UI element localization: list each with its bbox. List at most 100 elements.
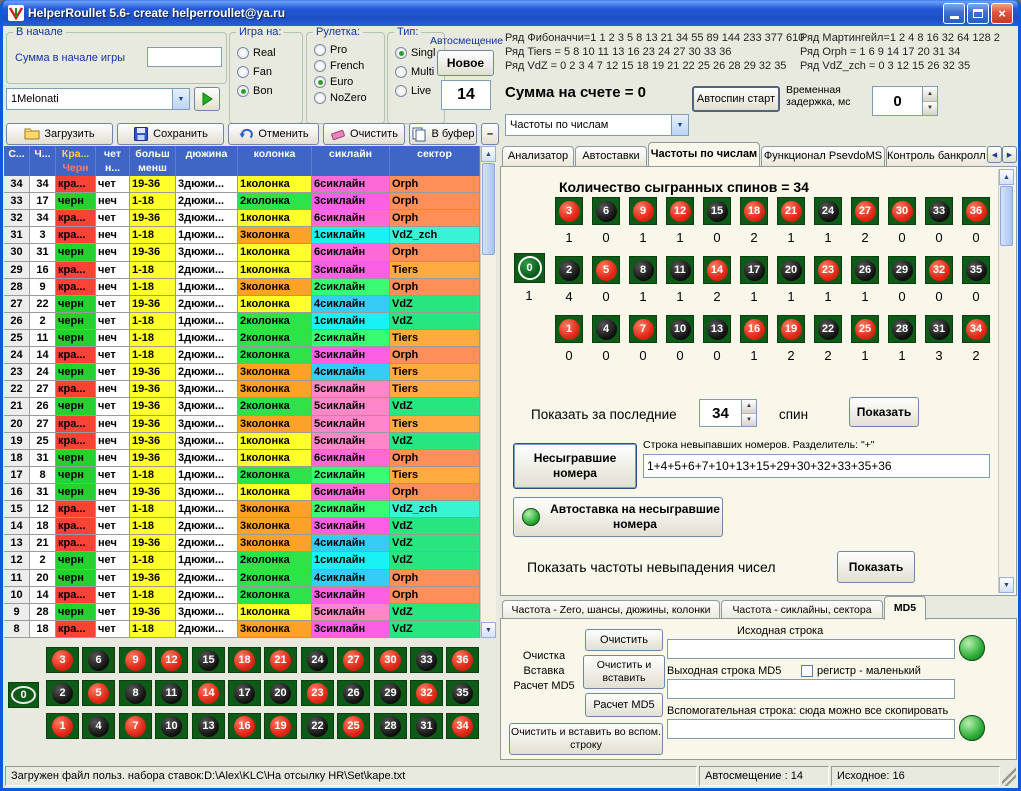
number-tile-12[interactable]: 12 — [155, 647, 188, 673]
radio-option-Fan[interactable]: Fan — [237, 66, 276, 78]
number-tile-35[interactable]: 35 — [962, 256, 990, 284]
md5-aux-input[interactable] — [667, 719, 955, 739]
md5-aux-sphere[interactable] — [959, 715, 985, 741]
table-row[interactable]: 818кра...чет1-182дюжи...3колонка3сиклайн… — [4, 621, 480, 638]
tab-scroll-left[interactable]: ◀ — [987, 146, 1002, 163]
number-tile-17[interactable]: 17 — [740, 256, 768, 284]
table-row[interactable]: 1631черннеч19-363дюжи...1колонка6сиклайн… — [4, 484, 480, 501]
tab-Частота - сиклайны, сектора[interactable]: Частота - сиклайны, сектора — [721, 600, 883, 620]
number-tile-35[interactable]: 35 — [446, 680, 479, 706]
start-sum-input[interactable] — [147, 47, 222, 67]
number-tile-5[interactable]: 5 — [592, 256, 620, 284]
chevron-down-icon[interactable]: ▼ — [671, 115, 688, 135]
scroll-thumb[interactable] — [1000, 186, 1013, 246]
number-tile-4[interactable]: 4 — [592, 315, 620, 343]
scroll-down-icon[interactable]: ▼ — [999, 577, 1014, 593]
number-tile-31[interactable]: 31 — [410, 713, 443, 739]
tab-scroll-right[interactable]: ▶ — [1002, 146, 1017, 163]
table-row[interactable]: 122чернчет1-181дюжи...2колонка1сиклайнVd… — [4, 552, 480, 569]
table-row[interactable]: 2414кра...чет1-182дюжи...2колонка3сиклай… — [4, 347, 480, 364]
number-tile-3[interactable]: 3 — [555, 197, 583, 225]
show-frequencies-button[interactable]: Показать — [849, 397, 919, 427]
number-tile-2[interactable]: 2 — [46, 680, 79, 706]
number-tile-5[interactable]: 5 — [82, 680, 115, 706]
spin-down-icon[interactable]: ▼ — [742, 414, 756, 427]
table-row[interactable]: 2722чернчет19-362дюжи...1колонка4сиклайн… — [4, 296, 480, 313]
radio-option-Singl[interactable]: Singl — [395, 47, 435, 59]
chevron-down-icon[interactable]: ▼ — [172, 89, 189, 109]
table-row[interactable]: 1925кра...неч19-363дюжи...1колонка5сикла… — [4, 433, 480, 450]
number-tile-25[interactable]: 25 — [851, 315, 879, 343]
table-row[interactable]: 3234кра...чет19-363дюжи...1колонка6сикла… — [4, 210, 480, 227]
number-tile-26[interactable]: 26 — [851, 256, 879, 284]
radio-option-Real[interactable]: Real — [237, 47, 276, 59]
number-tile-27[interactable]: 27 — [851, 197, 879, 225]
number-tile-8[interactable]: 8 — [629, 256, 657, 284]
number-tile-21[interactable]: 21 — [777, 197, 805, 225]
table-row[interactable]: 1418кра...чет1-182дюжи...3колонка3сиклай… — [4, 518, 480, 535]
number-tile-36[interactable]: 36 — [962, 197, 990, 225]
resize-grip[interactable] — [1002, 766, 1016, 786]
number-tile-36[interactable]: 36 — [446, 647, 479, 673]
number-tile-18[interactable]: 18 — [740, 197, 768, 225]
radio-option-NoZero[interactable]: NoZero — [314, 92, 367, 104]
tab-Частоты по числам[interactable]: Частоты по числам — [648, 142, 760, 166]
tab-Частота - Zero, шансы, дюжины, колонки[interactable]: Частота - Zero, шансы, дюжины, колонки — [502, 600, 720, 620]
tab-Функционал PsevdoMS[interactable]: Функционал PsevdoMS — [761, 146, 885, 166]
undo-button[interactable]: Отменить — [228, 123, 319, 145]
missed-numbers-button[interactable]: Несыгравшие номера — [513, 443, 637, 489]
table-row[interactable]: 3031черннеч19-363дюжи...1колонка6сиклайн… — [4, 244, 480, 261]
md5-calc-button[interactable]: Расчет MD5 — [585, 693, 663, 717]
number-tile-8[interactable]: 8 — [119, 680, 152, 706]
table-row[interactable]: 1014кра...чет1-182дюжи...2колонка3сиклай… — [4, 587, 480, 604]
freq-zero[interactable]: 0 — [514, 253, 545, 283]
table-row[interactable]: 1120чернчет19-362дюжи...2колонка4сиклайн… — [4, 570, 480, 587]
number-tile-33[interactable]: 33 — [410, 647, 443, 673]
number-tile-14[interactable]: 14 — [703, 256, 731, 284]
run-button[interactable] — [194, 87, 220, 111]
number-tile-13[interactable]: 13 — [703, 315, 731, 343]
radio-option-Live[interactable]: Live — [395, 85, 435, 97]
table-row[interactable]: 2027кра...неч19-363дюжи...3колонка5сикла… — [4, 416, 480, 433]
number-tile-17[interactable]: 17 — [228, 680, 261, 706]
number-tile-22[interactable]: 22 — [814, 315, 842, 343]
number-tile-16[interactable]: 16 — [228, 713, 261, 739]
md5-source-input[interactable] — [667, 639, 955, 659]
maximize-button[interactable] — [967, 3, 989, 24]
table-row[interactable]: 3317черннеч1-182дюжи...2колонка3сиклайнO… — [4, 193, 480, 210]
tab-MD5[interactable]: MD5 — [884, 596, 926, 620]
table-row[interactable]: 1831черннеч19-363дюжи...1колонка6сиклайн… — [4, 450, 480, 467]
md5-clear-button[interactable]: Очистить — [585, 629, 663, 651]
number-tile-15[interactable]: 15 — [703, 197, 731, 225]
number-tile-27[interactable]: 27 — [337, 647, 370, 673]
number-tile-28[interactable]: 28 — [374, 713, 407, 739]
md5-register-checkbox[interactable]: регистр - маленький — [801, 665, 921, 677]
number-tile-13[interactable]: 13 — [192, 713, 225, 739]
number-tile-15[interactable]: 15 — [192, 647, 225, 673]
number-tile-6[interactable]: 6 — [592, 197, 620, 225]
delay-spin[interactable]: 0 ▲▼ — [872, 86, 938, 116]
number-tile-18[interactable]: 18 — [228, 647, 261, 673]
number-tile-20[interactable]: 20 — [264, 680, 297, 706]
number-tile-6[interactable]: 6 — [82, 647, 115, 673]
md5-clear-paste-aux-button[interactable]: Очистить и вставить во вспом. строку — [509, 723, 663, 755]
new-button[interactable]: Новое — [437, 50, 494, 76]
number-tile-10[interactable]: 10 — [155, 713, 188, 739]
buffer-button[interactable]: В буфер — [409, 123, 477, 145]
preset-combo[interactable]: 1Melonati ▼ — [6, 88, 190, 110]
number-tile-11[interactable]: 11 — [666, 256, 694, 284]
show-missed-freq-button[interactable]: Показать — [837, 551, 915, 583]
number-tile-11[interactable]: 11 — [155, 680, 188, 706]
spin-down-icon[interactable]: ▼ — [923, 102, 937, 116]
tab-Автоставки[interactable]: Автоставки — [575, 146, 647, 166]
number-tile-10[interactable]: 10 — [666, 315, 694, 343]
load-button[interactable]: Загрузить — [6, 123, 113, 145]
missed-input[interactable] — [643, 454, 990, 478]
table-row[interactable]: 1321кра...неч19-362дюжи...3колонка4сикла… — [4, 535, 480, 552]
minus-button[interactable]: – — [481, 123, 499, 145]
number-tile-30[interactable]: 30 — [888, 197, 916, 225]
table-row[interactable]: 178чернчет1-181дюжи...2колонка2сиклайнTi… — [4, 467, 480, 484]
checkbox-icon[interactable] — [801, 665, 813, 677]
table-scrollbar[interactable]: ▲ ▼ — [480, 146, 496, 638]
table-row[interactable]: 928чернчет19-363дюжи...1колонка5сиклайнV… — [4, 604, 480, 621]
